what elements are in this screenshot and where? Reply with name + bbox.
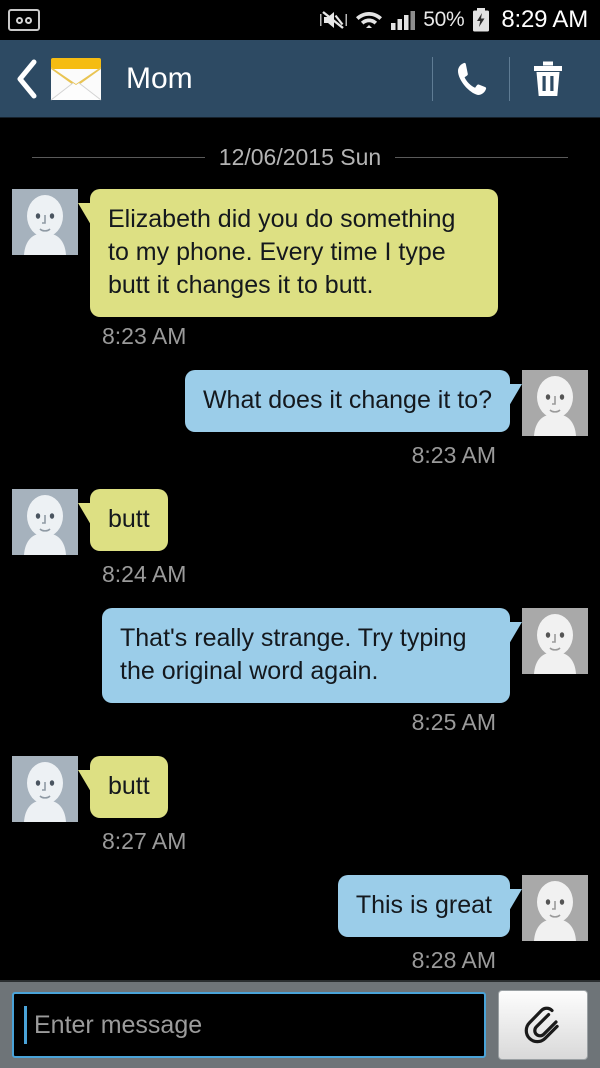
bubble-wrapper: butt [78, 756, 168, 818]
header-divider-1 [432, 56, 433, 101]
message-thread[interactable]: 12/06/2015 Sun Elizabeth did you do some… [0, 118, 600, 980]
status-bar: 50% 8:29 AM [0, 0, 600, 40]
message-bubble[interactable]: This is great [337, 875, 523, 937]
battery-percent-label: 50% [423, 8, 465, 31]
message-bubble[interactable]: What does it change it to? [184, 370, 523, 432]
date-separator-line-right [395, 157, 568, 158]
cellular-signal-icon [391, 11, 416, 30]
back-button[interactable] [10, 56, 44, 102]
messaging-app-screen: 50% 8:29 AM Mom 12/06/2015 Sun Elizabeth… [0, 0, 600, 1068]
envelope-icon [48, 56, 104, 102]
date-separator-label: 12/06/2015 Sun [218, 144, 382, 170]
paperclip-icon [524, 1006, 559, 1044]
message-composer: Enter message [0, 980, 600, 1068]
avatar [522, 608, 588, 674]
message-row: butt [12, 756, 588, 822]
avatar [522, 370, 588, 436]
avatar [12, 489, 78, 555]
message-timestamp: 8:24 AM [102, 561, 187, 587]
message-bubble[interactable]: butt [78, 756, 168, 818]
bubble-wrapper: Elizabeth did you do something to my pho… [78, 189, 498, 317]
bubble-wrapper: That's really strange. Try typing the or… [102, 608, 522, 703]
avatar [522, 875, 588, 941]
message-row: butt [12, 489, 588, 555]
message-timestamp: 8:28 AM [411, 947, 496, 973]
bubble-wrapper: butt [78, 489, 168, 551]
message-row: Elizabeth did you do something to my pho… [12, 189, 588, 317]
text-caret [24, 1006, 27, 1044]
bubble-wrapper: This is great [337, 875, 523, 937]
phone-icon [458, 62, 487, 95]
avatar [12, 189, 78, 255]
date-separator: 12/06/2015 Sun [32, 144, 568, 171]
call-button[interactable] [435, 51, 507, 107]
message-timestamp: 8:23 AM [411, 442, 496, 468]
attach-button[interactable] [498, 990, 588, 1060]
voicemail-icon [8, 9, 40, 31]
message-row: What does it change it to? [12, 370, 588, 436]
status-bar-right: 50% 8:29 AM [318, 6, 588, 34]
wifi-icon [356, 12, 383, 28]
back-chevron-icon [17, 59, 37, 98]
date-separator-line-left [32, 157, 205, 158]
avatar [12, 756, 78, 822]
message-bubble[interactable]: Elizabeth did you do something to my pho… [78, 189, 498, 317]
header-actions [430, 51, 584, 107]
message-input[interactable]: Enter message [12, 992, 486, 1058]
message-bubble[interactable]: That's really strange. Try typing the or… [102, 608, 522, 703]
page-title: Mom [126, 61, 193, 95]
message-input-placeholder: Enter message [34, 1010, 203, 1039]
message-row: That's really strange. Try typing the or… [12, 608, 588, 703]
battery-charging-icon [473, 8, 490, 32]
mute-vibrate-icon [320, 11, 348, 29]
status-bar-clock: 8:29 AM [501, 6, 588, 33]
message-row: This is great [12, 875, 588, 941]
message-bubble[interactable]: butt [78, 489, 168, 551]
message-timestamp: 8:23 AM [102, 323, 187, 349]
status-bar-left [8, 9, 40, 31]
bubble-wrapper: What does it change it to? [184, 370, 523, 432]
delete-button[interactable] [512, 51, 584, 107]
message-timestamp: 8:27 AM [102, 828, 187, 854]
message-timestamp: 8:25 AM [411, 709, 496, 735]
header-divider-2 [509, 56, 510, 101]
trash-icon [534, 61, 562, 96]
conversation-header: Mom [0, 40, 600, 118]
